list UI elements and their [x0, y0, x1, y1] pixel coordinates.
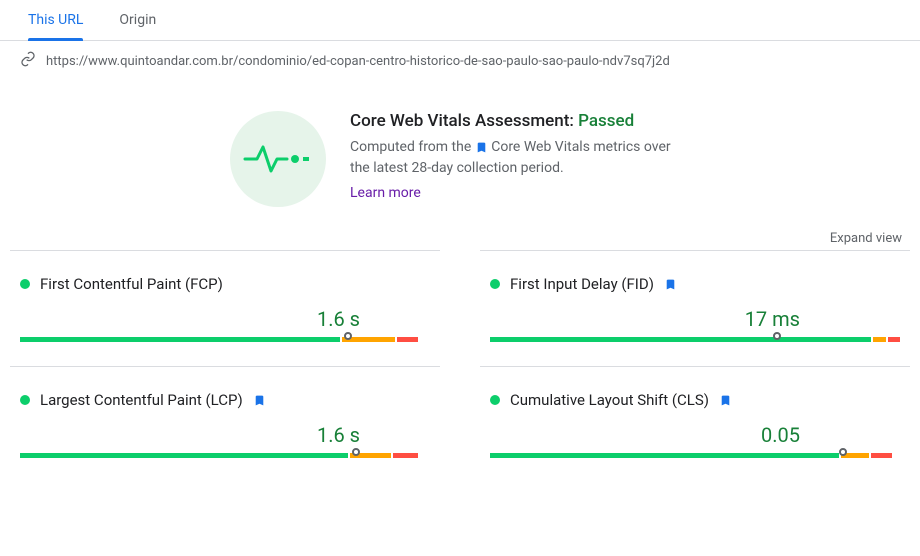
metric-cls: Cumulative Layout Shift (CLS) 0.05	[480, 366, 910, 482]
metric-label: First Contentful Paint (FCP)	[40, 275, 223, 293]
assessment-block: Core Web Vitals Assessment: Passed Compu…	[0, 81, 920, 217]
assessment-status: Passed	[578, 111, 634, 131]
distribution-bar	[20, 337, 430, 342]
bookmark-icon	[475, 141, 488, 154]
metric-label: First Input Delay (FID)	[510, 275, 654, 293]
marker-icon	[352, 448, 360, 456]
tab-this-url[interactable]: This URL	[10, 0, 101, 40]
metric-value: 17 ms	[490, 307, 890, 331]
status-dot	[20, 395, 30, 405]
status-dot	[490, 279, 500, 289]
distribution-bar	[20, 453, 430, 458]
bookmark-icon	[664, 278, 677, 291]
metric-value: 1.6 s	[20, 307, 420, 331]
marker-icon	[344, 332, 352, 340]
learn-more-link[interactable]: Learn more	[350, 185, 421, 201]
metric-label: Largest Contentful Paint (LCP)	[40, 391, 243, 409]
tab-origin[interactable]: Origin	[101, 0, 174, 40]
metric-fcp: First Contentful Paint (FCP) 1.6 s	[10, 250, 440, 366]
status-dot	[20, 279, 30, 289]
distribution-bar	[490, 337, 900, 342]
url-text: https://www.quintoandar.com.br/condomini…	[46, 54, 670, 69]
link-icon	[20, 51, 36, 71]
distribution-bar	[490, 453, 900, 458]
bookmark-icon	[719, 394, 732, 407]
metric-lcp: Largest Contentful Paint (LCP) 1.6 s	[10, 366, 440, 482]
bookmark-icon	[253, 394, 266, 407]
marker-icon	[773, 332, 781, 340]
metric-fid: First Input Delay (FID) 17 ms	[480, 250, 910, 366]
assessment-description: Computed from the Core Web Vitals metric…	[350, 137, 690, 179]
metric-value: 1.6 s	[20, 423, 420, 447]
marker-icon	[839, 448, 847, 456]
assessment-title: Core Web Vitals Assessment: Passed	[350, 111, 690, 131]
metric-value: 0.05	[490, 423, 890, 447]
metric-label: Cumulative Layout Shift (CLS)	[510, 391, 709, 409]
url-bar: https://www.quintoandar.com.br/condomini…	[0, 41, 920, 81]
expand-view-link[interactable]: Expand view	[830, 231, 902, 246]
status-dot	[490, 395, 500, 405]
pulse-icon	[230, 111, 326, 207]
